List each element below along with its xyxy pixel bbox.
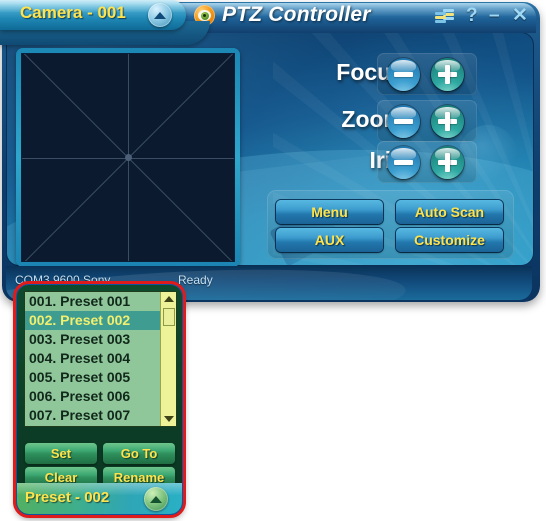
plus-icon-vertical	[445, 153, 450, 172]
customize-button[interactable]: Customize	[396, 228, 503, 252]
list-item[interactable]: 003. Preset 003	[25, 330, 161, 349]
auto-scan-button[interactable]: Auto Scan	[396, 200, 503, 224]
pan-tilt-pad[interactable]	[16, 48, 240, 267]
plus-icon-vertical	[445, 65, 450, 84]
zoom-control-row: Zoom	[267, 100, 514, 142]
iris-control-row: Iris	[267, 141, 514, 183]
minus-icon	[394, 160, 413, 165]
selected-preset-label: Preset - 002	[25, 489, 110, 506]
preset-list-container: 001. Preset 001 002. Preset 002 003. Pre…	[24, 291, 177, 427]
list-item[interactable]: 007. Preset 007	[25, 406, 161, 425]
minus-icon	[394, 72, 413, 77]
list-item[interactable]: 004. Preset 004	[25, 349, 161, 368]
focus-increase-button[interactable]	[431, 58, 464, 91]
close-button[interactable]: ✕	[512, 6, 528, 25]
focus-decrease-button[interactable]	[387, 58, 420, 91]
camera-title: Camera - 001	[20, 3, 126, 22]
app-title: PTZ Controller	[222, 3, 371, 26]
preset-list[interactable]: 001. Preset 001 002. Preset 002 003. Pre…	[25, 292, 161, 426]
scroll-down-arrow-icon[interactable]	[163, 416, 174, 422]
preset-panel-body: 001. Preset 001 002. Preset 002 003. Pre…	[15, 283, 184, 516]
goto-preset-button[interactable]: Go To	[103, 443, 175, 464]
iris-increase-button[interactable]	[431, 146, 464, 179]
scrollbar-thumb[interactable]	[163, 308, 175, 326]
minus-icon	[394, 119, 413, 124]
preset-panel: 001. Preset 001 002. Preset 002 003. Pre…	[13, 281, 186, 518]
scroll-up-arrow-icon[interactable]	[163, 296, 174, 302]
set-preset-button[interactable]: Set	[25, 443, 97, 464]
zoom-increase-button[interactable]	[431, 105, 464, 138]
eye-pupil	[203, 14, 206, 17]
ptz-controller-window: PTZ Controller ? – ✕ Camera - 001 Focus	[0, 0, 546, 308]
stacked-windows-icon[interactable]	[435, 9, 455, 24]
button-gloss	[391, 60, 416, 72]
iris-decrease-button[interactable]	[387, 146, 420, 179]
chevron-up-icon	[154, 12, 166, 19]
preset-footer-bar[interactable]: Preset - 002	[17, 483, 182, 514]
button-gloss	[391, 107, 416, 119]
zoom-decrease-button[interactable]	[387, 105, 420, 138]
pan-tilt-surface[interactable]	[21, 53, 235, 262]
camera-collapse-button[interactable]	[148, 3, 172, 27]
settings-bar	[435, 12, 446, 15]
list-item[interactable]: 001. Preset 001	[25, 292, 161, 311]
chevron-up-icon	[150, 496, 162, 503]
preset-list-scrollbar[interactable]	[160, 292, 176, 426]
preset-collapse-button[interactable]	[144, 487, 168, 511]
minimize-button[interactable]: –	[489, 6, 500, 25]
list-item[interactable]: 005. Preset 005	[25, 368, 161, 387]
help-button[interactable]: ?	[466, 6, 478, 25]
action-button-group: Menu Auto Scan AUX Customize	[267, 190, 514, 259]
aux-button[interactable]: AUX	[276, 228, 383, 252]
pan-tilt-center-point[interactable]	[124, 154, 132, 161]
list-item[interactable]: 006. Preset 006	[25, 387, 161, 406]
menu-button[interactable]: Menu	[276, 200, 383, 224]
settings-bar	[435, 20, 446, 23]
focus-control-row: Focus	[267, 53, 514, 95]
plus-icon-vertical	[445, 112, 450, 131]
button-gloss	[391, 148, 416, 160]
settings-bar	[435, 16, 446, 19]
list-item[interactable]: 002. Preset 002	[25, 311, 161, 330]
